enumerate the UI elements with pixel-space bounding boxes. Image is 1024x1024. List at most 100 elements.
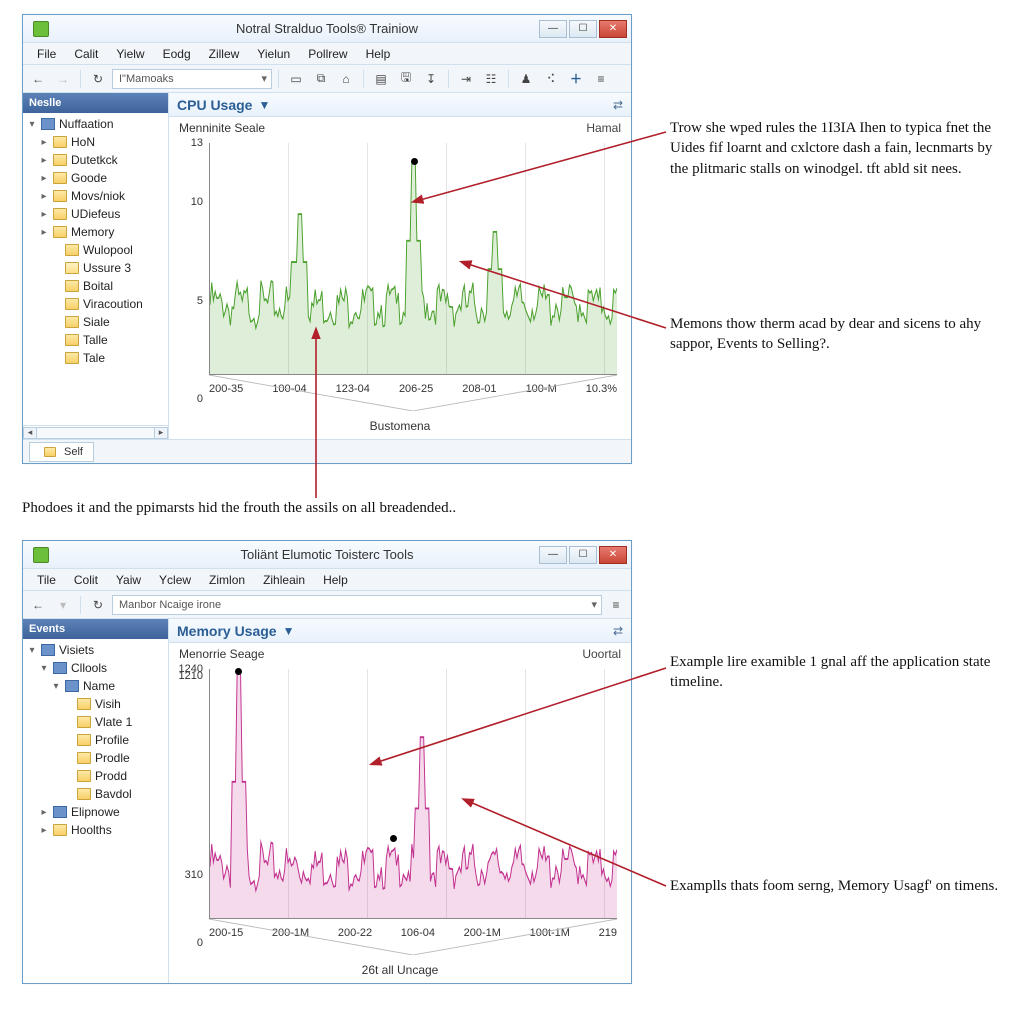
tree-item[interactable]: Wulopool (23, 241, 168, 259)
maximize-button[interactable]: ☐ (569, 20, 597, 38)
sidebar-hscroll[interactable]: ◂ ▸ (23, 425, 168, 439)
tree-item[interactable]: Vlate 1 (23, 713, 168, 731)
tree-label: Wulopool (83, 243, 133, 257)
titlebar[interactable]: Toliänt Elumotic Toisterc Tools — ☐ ✕ (23, 541, 631, 569)
tree-item[interactable]: ▾Visiets (23, 641, 168, 659)
minimize-button[interactable]: — (539, 20, 567, 38)
tree-item[interactable]: ▸ Movs/niok (23, 187, 168, 205)
tree[interactable]: ▾Nuffaation▸HoN▸Dutetkck▸Goode▸Movs/niok… (23, 113, 168, 425)
menu-icon[interactable]: ≡ (605, 594, 627, 616)
tool-9[interactable]: ♟ (515, 68, 537, 90)
scroll-track[interactable] (36, 427, 155, 439)
tool-4[interactable]: ▤ (370, 68, 392, 90)
tool-6[interactable]: ↧ (420, 68, 442, 90)
tree-twisty[interactable]: ▸ (39, 191, 49, 202)
tree[interactable]: ▾Visiets▾Cllools▾Name Visih Vlate 1 Prof… (23, 639, 168, 983)
tree-twisty[interactable]: ▸ (39, 137, 49, 148)
share-icon[interactable]: ⠪ (540, 68, 562, 90)
forward-button[interactable]: → (52, 68, 74, 90)
tree-twisty[interactable]: ▾ (27, 645, 37, 656)
refresh-button[interactable]: ↻ (87, 68, 109, 90)
plot-area[interactable] (209, 669, 617, 919)
tree-twisty[interactable]: ▸ (39, 227, 49, 238)
tree-item[interactable]: ▸UDiefeus (23, 205, 168, 223)
tool-5[interactable]: 🖫 (395, 68, 417, 90)
plot-area[interactable] (209, 143, 617, 375)
scroll-left-icon[interactable]: ◂ (23, 427, 37, 439)
tool-2[interactable]: ⧉ (310, 68, 332, 90)
tree-item[interactable]: Boital (23, 277, 168, 295)
forward-button[interactable]: ▾ (52, 594, 74, 616)
menu-help[interactable]: Help (358, 45, 399, 63)
address-combo[interactable]: Manbor Ncaige irone ▾ (112, 595, 602, 615)
tree-twisty[interactable]: ▸ (39, 173, 49, 184)
panel-dropdown-icon[interactable]: ▼ (258, 98, 270, 112)
address-text: Manbor Ncaige irone (119, 599, 221, 611)
refresh-button[interactable]: ↻ (87, 594, 109, 616)
menu-file[interactable]: File (29, 45, 64, 63)
tree-item[interactable]: Siale (23, 313, 168, 331)
tree-twisty[interactable]: ▸ (39, 155, 49, 166)
tree-twisty[interactable]: ▾ (51, 681, 61, 692)
tree-twisty[interactable]: ▸ (39, 209, 49, 220)
menu-7[interactable]: Pollrew (300, 45, 355, 63)
tree-item[interactable]: Visih (23, 695, 168, 713)
tree-item[interactable]: ▸Hoolths (23, 821, 168, 839)
tree-item[interactable]: ▸HoN (23, 133, 168, 151)
menu-file[interactable]: Tile (29, 571, 64, 589)
tool-3[interactable]: ⌂ (335, 68, 357, 90)
address-combo[interactable]: I"Mamoaks ▾ (112, 69, 272, 89)
tree-item[interactable]: Viracoution (23, 295, 168, 313)
menu-6[interactable]: Zihleain (255, 571, 313, 589)
tree-item[interactable]: Bavdol (23, 785, 168, 803)
tree-item[interactable]: Tale (23, 349, 168, 367)
back-button[interactable]: ← (27, 594, 49, 616)
y-tick: 0 (197, 937, 203, 949)
panel-options-icon[interactable]: ⇄ (613, 624, 623, 638)
tree-item[interactable]: Prodd (23, 767, 168, 785)
menu-edit[interactable]: Colit (66, 571, 106, 589)
titlebar[interactable]: Notral Stralduo Tools® Trainiow — ☐ ✕ (23, 15, 631, 43)
close-button[interactable]: ✕ (599, 546, 627, 564)
tree-item[interactable]: ▾Nuffaation (23, 115, 168, 133)
tree-twisty[interactable]: ▸ (39, 825, 49, 836)
tree-twisty[interactable]: ▸ (39, 807, 49, 818)
tree-item[interactable]: ▸Memory (23, 223, 168, 241)
menu-5[interactable]: Zillew (201, 45, 248, 63)
tree-item[interactable]: Profile (23, 731, 168, 749)
menu-4[interactable]: Eodg (155, 45, 199, 63)
tree-item[interactable]: Prodle (23, 749, 168, 767)
add-button[interactable]: ＋ (565, 68, 587, 90)
menubar: File Calit Yielw Eodg Zillew Yielun Poll… (23, 43, 631, 65)
close-button[interactable]: ✕ (599, 20, 627, 38)
menu-edit[interactable]: Calit (66, 45, 106, 63)
tree-label: Elipnowe (71, 805, 120, 819)
tool-8[interactable]: ☷ (480, 68, 502, 90)
tree-item[interactable]: ▸Dutetkck (23, 151, 168, 169)
tree-twisty[interactable]: ▾ (27, 119, 37, 130)
menu-3[interactable]: Yaiw (108, 571, 149, 589)
tree-item[interactable]: Talle (23, 331, 168, 349)
menu-5[interactable]: Zimlon (201, 571, 253, 589)
menu-6[interactable]: Yielun (249, 45, 298, 63)
tree-label: Movs/niok (71, 189, 125, 203)
menu-4[interactable]: Yclew (151, 571, 199, 589)
tree-item[interactable]: ▸ Elipnowe (23, 803, 168, 821)
menu-icon[interactable]: ≡ (590, 68, 612, 90)
panel-options-icon[interactable]: ⇄ (613, 98, 623, 112)
tool-7[interactable]: ⇥ (455, 68, 477, 90)
tree-item[interactable]: Ussure 3 (23, 259, 168, 277)
back-button[interactable]: ← (27, 68, 49, 90)
tree-twisty[interactable]: ▾ (39, 663, 49, 674)
tree-item[interactable]: ▸Goode (23, 169, 168, 187)
minimize-button[interactable]: — (539, 546, 567, 564)
scroll-right-icon[interactable]: ▸ (154, 427, 168, 439)
menu-view[interactable]: Yielw (108, 45, 152, 63)
tree-item[interactable]: ▾Cllools (23, 659, 168, 677)
tree-item[interactable]: ▾Name (23, 677, 168, 695)
panel-dropdown-icon[interactable]: ▼ (283, 624, 295, 638)
maximize-button[interactable]: ☐ (569, 546, 597, 564)
tab-self[interactable]: Self (29, 442, 94, 462)
menu-help[interactable]: Help (315, 571, 356, 589)
tool-1[interactable]: ▭ (285, 68, 307, 90)
